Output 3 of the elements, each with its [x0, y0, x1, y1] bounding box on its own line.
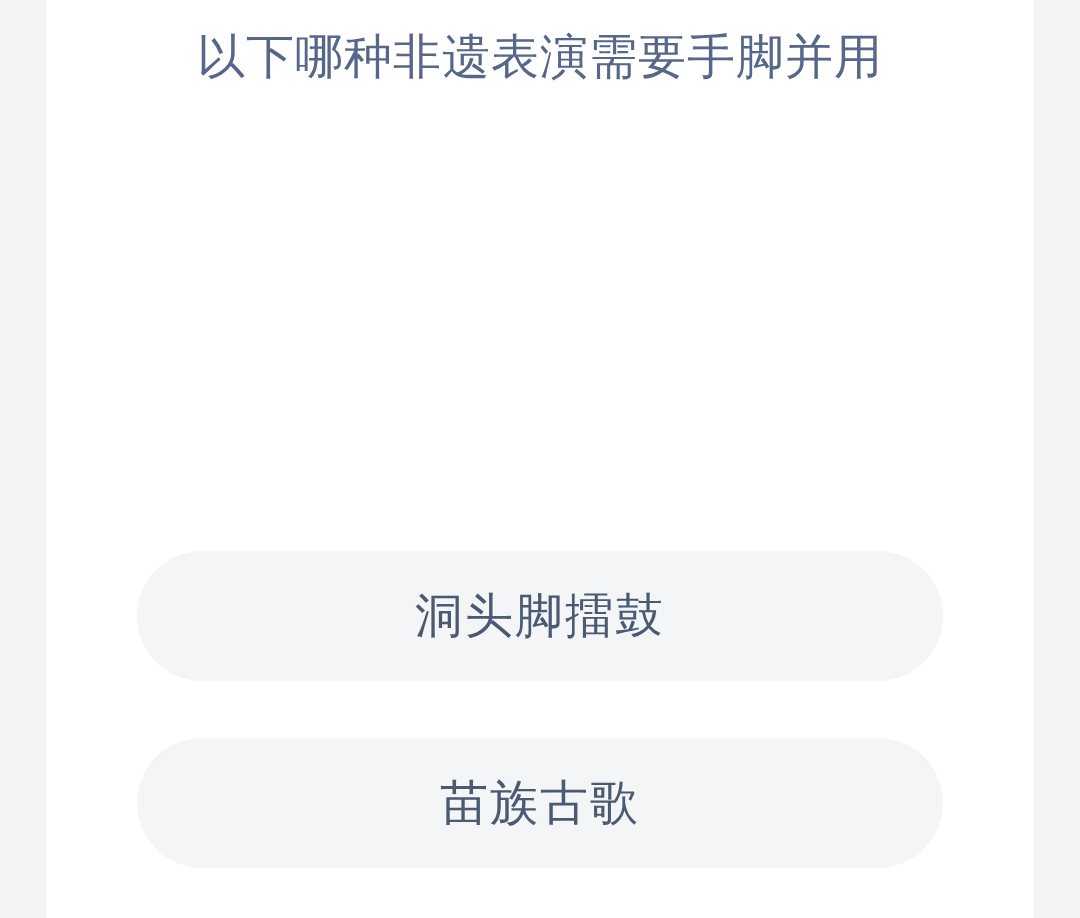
answer-option-button[interactable]: 苗族古歌	[137, 738, 943, 868]
question-text: 以下哪种非遗表演需要手脚并用	[197, 27, 883, 86]
answer-option-button[interactable]: 洞头脚擂鼓	[137, 551, 943, 681]
